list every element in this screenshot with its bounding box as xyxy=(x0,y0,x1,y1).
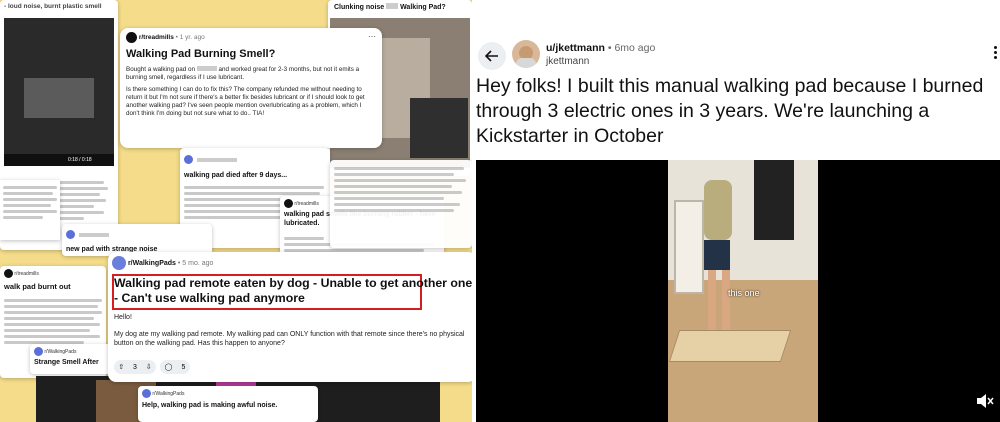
more-options-icon[interactable] xyxy=(994,44,998,61)
vote-control[interactable]: ⇧ 3 ⇩ xyxy=(114,360,156,374)
post-title: walk pad burnt out xyxy=(4,282,71,291)
post-body: My dog ate my walking pad remote. My wal… xyxy=(114,331,465,347)
awful-noise-post-card[interactable]: r/WalkingPads Help, walking pad is makin… xyxy=(138,386,318,422)
mute-icon[interactable] xyxy=(976,394,994,408)
reddit-post-view: u/jkettmann • 6mo ago jkettmann Hey folk… xyxy=(472,0,1000,422)
comment-count: 5 xyxy=(181,363,186,371)
post-title: Walking pad remote eaten by dog - Unable… xyxy=(114,276,472,305)
video-caption: this one xyxy=(728,288,760,298)
post-greeting: Hello! xyxy=(114,314,132,321)
comments-button[interactable]: ◯ 5 xyxy=(160,360,190,374)
post-caption: - loud noise, burnt plastic smell xyxy=(4,3,102,10)
back-button[interactable] xyxy=(478,42,506,70)
video-frame: this one xyxy=(668,160,818,422)
vote-count: 3 xyxy=(133,363,137,371)
subreddit-icon xyxy=(112,256,126,270)
post-body-part3: Is there something I can do to fix this?… xyxy=(126,86,365,117)
subreddit-name[interactable]: r/WalkingPads xyxy=(128,260,176,267)
post-title: Walking Pad Burning Smell? xyxy=(126,48,276,60)
post-age: • 5 mo. ago xyxy=(177,259,214,267)
long-text-post-card[interactable] xyxy=(330,160,472,248)
post-title: Help, walking pad is making awful noise. xyxy=(142,402,278,409)
post-title: Strange Smell After xyxy=(34,359,99,366)
back-arrow-icon xyxy=(485,50,498,62)
username[interactable]: u/jkettmann xyxy=(546,42,605,54)
text-post-card[interactable] xyxy=(0,180,60,240)
post-title: walking pad died after 9 days... xyxy=(184,172,288,179)
burning-smell-post-card[interactable]: r/treadmills • 1 yr. ago ⋯ Walking Pad B… xyxy=(120,28,382,148)
upvote-icon[interactable]: ⇧ xyxy=(118,363,124,371)
post-body-part1: Bought a walking pad on xyxy=(126,66,195,73)
subreddit-name[interactable]: r/treadmills xyxy=(139,34,174,41)
downvote-icon[interactable]: ⇩ xyxy=(146,363,152,371)
subreddit-name[interactable]: r/WalkingPads xyxy=(152,391,184,397)
subreddit-name[interactable]: r/WalkingPads xyxy=(44,349,76,355)
post-title: Clunking noise xyxy=(334,4,385,11)
remote-eaten-post-card[interactable]: r/WalkingPads • 5 mo. ago Walking pad re… xyxy=(108,252,472,382)
display-name: jkettmann xyxy=(546,56,590,67)
video-time: 0:18 / 0:18 xyxy=(68,157,92,163)
post-age: • 6mo ago xyxy=(607,42,656,54)
video-thumbnail[interactable]: 0:18 / 0:18 xyxy=(4,18,114,166)
subreddit-icon xyxy=(126,32,137,43)
post-title-suffix: Walking Pad? xyxy=(400,4,446,11)
subreddit-name[interactable]: r/treadmills xyxy=(294,201,318,207)
subreddit-name[interactable]: r/treadmills xyxy=(14,271,38,277)
reddit-collage: - loud noise, burnt plastic smell 0:18 /… xyxy=(0,0,472,422)
post-title: Hey folks! I built this manual walking p… xyxy=(476,75,984,147)
post-age: • 1 yr. ago xyxy=(175,34,205,42)
video-player[interactable]: this one xyxy=(476,160,1000,422)
comment-icon: ◯ xyxy=(164,364,173,371)
avatar[interactable] xyxy=(512,40,540,68)
more-options-icon[interactable]: ⋯ xyxy=(368,32,376,41)
